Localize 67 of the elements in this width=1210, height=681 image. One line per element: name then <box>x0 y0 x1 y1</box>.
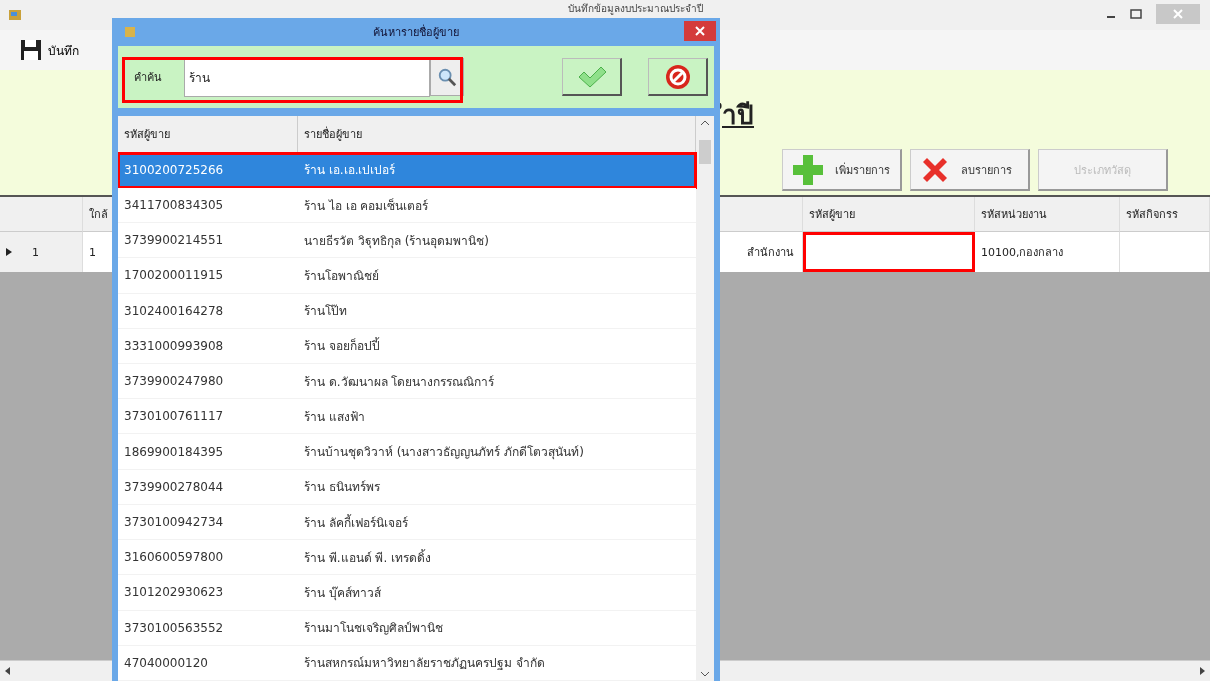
search-field[interactable]: ร้าน <box>184 57 430 97</box>
seller-code: 3160600597800 <box>123 550 225 565</box>
seller-code: 3100200725266 <box>123 162 225 177</box>
seller-code: 3730100563552 <box>123 620 225 635</box>
seller-code: 1869900184395 <box>123 444 225 459</box>
table-cell: 1 <box>89 245 96 259</box>
table-cell-text: 10100,กองกลาง <box>981 245 1064 261</box>
seller-name: ร้านโอพาณิชย์ <box>303 267 380 285</box>
seller-code: 3739900214551 <box>123 233 225 248</box>
seller-code: 3101202930623 <box>123 585 225 600</box>
seller-code: 3730100761117 <box>123 409 225 424</box>
delete-button[interactable]: ลบรายการ <box>910 149 1030 191</box>
window-title: บันทึกข้อมูลงบประมาณประจำปี <box>567 3 703 15</box>
close-icon <box>1173 9 1183 19</box>
add-button[interactable]: เพิ่มรายการ <box>782 149 902 191</box>
confirm-button[interactable] <box>562 58 622 96</box>
seller-code: 47040000120 <box>123 655 209 670</box>
seller-code: 3730100942734 <box>123 515 225 529</box>
column-header: รหัสหน่วยงาน <box>981 207 1047 223</box>
seller-code: 3739900247980 <box>123 374 225 389</box>
search-icon <box>437 66 457 88</box>
seller-name: ร้าน จอยก็อปปี้ <box>303 336 381 356</box>
table-cell-text: สำนักงาน <box>747 245 794 261</box>
seller-name: ร้าน แสงฟ้า <box>303 408 366 426</box>
seller-code: 3331000993908 <box>123 338 225 353</box>
seller-code: 3102400164278 <box>123 303 225 318</box>
no-entry-icon <box>663 62 692 91</box>
column-header: รายชื่อผู้ขาย <box>304 125 362 143</box>
close-icon <box>695 26 705 36</box>
seller-name: ร้าน พี.แอนด์ พี. เทรดดิ้ง <box>303 548 433 567</box>
maximize-icon[interactable] <box>1130 9 1142 19</box>
check-icon <box>576 65 607 88</box>
seller-name: ร้านสหกรณ์มหาวิทยาลัยราชภัฏนครปฐม จำกัด <box>303 655 546 673</box>
scroll-up-icon[interactable] <box>701 120 709 126</box>
column-header: รหัสกิจกรร <box>1126 207 1178 223</box>
seller-name: ร้าน เอ.เอ.เปเปอร์ <box>303 162 397 180</box>
cancel-button[interactable] <box>648 58 708 96</box>
scroll-right-icon[interactable] <box>1198 667 1206 675</box>
app-icon <box>8 8 22 22</box>
seller-code-cell[interactable] <box>803 232 975 272</box>
column-header: รหัสผู้ขาย <box>124 126 170 143</box>
plus-icon <box>791 152 825 187</box>
seller-name: ร้าน ไอ เอ คอมเซ็นเตอร์ <box>303 197 430 215</box>
scroll-down-icon[interactable] <box>701 671 709 677</box>
seller-code: 1700200011915 <box>123 268 225 283</box>
seller-name: นายธีรวัต วิฐุทธิกุล (ร้านอุดมพานิช) <box>303 232 490 250</box>
seller-name: ร้านบ้านชุดวิวาห์ (นางสาวธัญญนภัทร์ ภักดีโตวสุนันท์) <box>303 444 585 462</box>
seller-name: ร้านมาโนชเจริญศิลป์พานิช <box>303 620 444 638</box>
row-number: 1 <box>32 245 39 259</box>
seller-name: ร้าน ลัคกี้เฟอร์นิเจอร์ <box>303 513 409 532</box>
seller-name: ร้าน บุ๊คส์ทาวส์ <box>303 584 382 602</box>
scroll-thumb[interactable] <box>699 140 711 164</box>
search-label: คำค้น <box>133 70 163 86</box>
seller-name: ร้าน ธนินทร์พร <box>303 479 381 497</box>
column-header: รหัสผู้ขาย <box>809 207 855 223</box>
column-header: ใกล้ <box>89 207 108 223</box>
seller-name: ร้าน ด.วัฒนาผล โดยนางกรรณณิการ์ <box>303 373 496 391</box>
close-button[interactable] <box>684 21 716 41</box>
app-icon <box>124 26 136 38</box>
seller-row[interactable]: 3100200725266 ร้าน เอ.เอ.เปเปอร์ <box>118 152 696 188</box>
save-button[interactable]: บันทึก <box>20 39 79 61</box>
dialog-title: ค้นหารายชื่อผู้ขาย <box>373 23 459 41</box>
seller-row[interactable]: 3411700834305 ร้าน ไอ เอ คอมเซ็นเตอร์ <box>118 187 696 224</box>
seller-code: 3411700834305 <box>123 198 225 213</box>
seller-code: 3739900278044 <box>123 479 225 494</box>
scroll-left-icon[interactable] <box>4 667 12 675</box>
seller-name: ร้านโป๊ท <box>303 303 348 321</box>
